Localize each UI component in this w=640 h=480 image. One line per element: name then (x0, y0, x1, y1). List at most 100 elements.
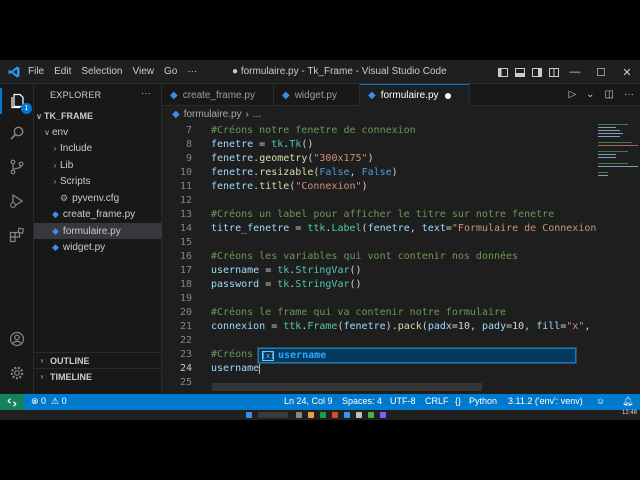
braces-icon[interactable]: {} (455, 396, 461, 406)
title-bar: File Edit Selection View Go ··· ● formulaire.… (0, 60, 640, 84)
timeline-panel-header[interactable]: › TIMELINE (34, 368, 162, 384)
taskbar-search-icon[interactable] (258, 412, 288, 418)
chevron-down-icon[interactable]: ⌄ (586, 89, 594, 100)
menu-item-more[interactable]: ··· (187, 66, 197, 77)
more-actions-icon[interactable]: ··· (624, 89, 634, 100)
minimize-button[interactable]: — (562, 60, 588, 84)
explorer-header: EXPLORER ··· (34, 84, 161, 106)
task-view-icon[interactable] (296, 412, 302, 418)
menu-bar: File Edit Selection View Go ··· (28, 66, 207, 77)
code-text: #Créons le frame qui va contenir notre f… (211, 307, 507, 318)
tree-item[interactable]: ◆ formulaire.py (34, 223, 162, 239)
tab-formulaire[interactable]: ◆ formulaire.py (360, 84, 470, 106)
line-number: 10 (179, 167, 192, 178)
tree-item[interactable]: ◆ create_frame.py (34, 207, 162, 223)
suggestion-item[interactable]: [x] username (258, 348, 576, 363)
run-icon[interactable]: ▷ (568, 89, 576, 100)
code-line: 12 (162, 194, 596, 208)
vscode-taskbar-icon[interactable] (344, 412, 350, 418)
code-text: username (211, 362, 261, 374)
tree-item[interactable]: › Scripts (34, 174, 162, 190)
line-number: 22 (179, 335, 192, 346)
taskbar-app-icon[interactable] (368, 412, 374, 418)
warnings-count[interactable]: ⚠ 0 (51, 396, 67, 407)
menu-item-view[interactable]: View (133, 66, 155, 77)
python-file-icon: ◆ (172, 108, 180, 120)
line-number: 12 (179, 195, 192, 206)
source-control-icon[interactable] (0, 154, 34, 180)
chevron-right-icon: › (53, 160, 57, 170)
code-text: password = tk.StringVar() (211, 279, 362, 290)
line-number: 19 (179, 293, 192, 304)
extensions-icon[interactable] (0, 222, 34, 248)
python-file-icon: ◆ (52, 242, 59, 252)
language-mode[interactable]: Python (469, 396, 497, 406)
workspace-root[interactable]: ∨ TK_FRAME (34, 108, 162, 124)
code-line: 20 #Créons le frame qui va contenir notre… (162, 306, 596, 320)
tab-widget[interactable]: ◆ widget.py (274, 84, 360, 106)
python-interpreter[interactable]: 3.11.2 ('env': venv) (508, 396, 583, 406)
cursor-position[interactable]: Ln 24, Col 9 (284, 396, 333, 406)
tab-label: widget.py (294, 89, 337, 101)
code-line: 7 #Créons notre fenetre de connexion (162, 124, 596, 138)
chevron-down-icon: ∨ (36, 111, 42, 121)
windows-start-icon[interactable] (246, 412, 252, 418)
more-actions-icon[interactable]: ··· (141, 88, 151, 98)
breadcrumb-rest[interactable]: ... (253, 109, 261, 120)
chevron-right-icon: › (40, 372, 44, 381)
menu-item-go[interactable]: Go (164, 66, 177, 77)
explorer-icon[interactable]: 1 (0, 88, 34, 114)
line-number: 16 (179, 251, 192, 262)
tree-item[interactable]: ∨ env (34, 124, 162, 140)
tree-item[interactable]: ⚙ pyvenv.cfg (34, 190, 162, 206)
code-line: 8 fenetre = tk.Tk() (162, 138, 596, 152)
toggle-sidebar-icon[interactable] (494, 60, 511, 84)
menu-item-edit[interactable]: Edit (54, 66, 71, 77)
end-of-line[interactable]: CRLF (425, 396, 449, 406)
explorer-badge: 1 (21, 103, 32, 114)
indentation[interactable]: Spaces: 4 (342, 396, 382, 406)
taskbar-clock: 12:48 (621, 410, 637, 416)
outline-panel-header[interactable]: › OUTLINE (34, 352, 162, 368)
unsaved-dot-icon[interactable] (444, 92, 451, 99)
feedback-icon[interactable]: ☺ (596, 396, 605, 406)
python-file-icon: ◆ (170, 89, 178, 101)
close-button[interactable]: ✕ (614, 60, 640, 84)
gear-icon: ⚙ (60, 192, 69, 203)
menu-item-selection[interactable]: Selection (81, 66, 122, 77)
run-debug-icon[interactable] (0, 188, 34, 214)
toggle-secondary-sidebar-icon[interactable] (528, 60, 545, 84)
breadcrumb-file[interactable]: formulaire.py (184, 109, 242, 120)
tree-item-label: env (52, 126, 69, 138)
split-editor-icon[interactable]: ◫ (605, 89, 614, 100)
errors-count[interactable]: ⊗ 0 (31, 396, 46, 407)
maximize-button[interactable]: ☐ (588, 60, 614, 84)
line-number: 7 (185, 125, 192, 136)
toggle-panel-icon[interactable] (511, 60, 528, 84)
remote-icon[interactable] (0, 394, 24, 410)
tree-item[interactable]: › Lib (34, 157, 162, 173)
window-title: ● formulaire.py - Tk_Frame - Visual Stud… (232, 66, 447, 77)
notifications-bell-icon[interactable]: 🔔︎ (622, 396, 633, 407)
office-app-icon[interactable] (332, 412, 338, 418)
tree-item-label: Scripts (60, 176, 91, 187)
horizontal-scrollbar[interactable] (212, 383, 482, 391)
taskbar-app-icon[interactable] (380, 412, 386, 418)
minimap[interactable] (596, 122, 640, 394)
line-number: 17 (179, 265, 192, 276)
file-explorer-icon[interactable] (308, 412, 314, 418)
settings-gear-icon[interactable] (0, 360, 34, 386)
edge-browser-icon[interactable] (320, 412, 326, 418)
line-number: 9 (185, 153, 192, 164)
tree-item[interactable]: ◆ widget.py (34, 240, 162, 256)
taskbar-app-icon[interactable] (356, 412, 362, 418)
code-text: #Créons notre fenetre de connexion (211, 125, 416, 136)
tree-item[interactable]: › Include (34, 141, 162, 157)
python-file-icon: ◆ (282, 89, 290, 101)
customize-layout-icon[interactable] (545, 60, 562, 84)
menu-item-file[interactable]: File (28, 66, 44, 77)
encoding[interactable]: UTF-8 (390, 396, 416, 406)
account-icon[interactable] (0, 326, 34, 352)
search-icon[interactable] (0, 120, 34, 146)
tab-create-frame[interactable]: ◆ create_frame.py (162, 84, 274, 106)
